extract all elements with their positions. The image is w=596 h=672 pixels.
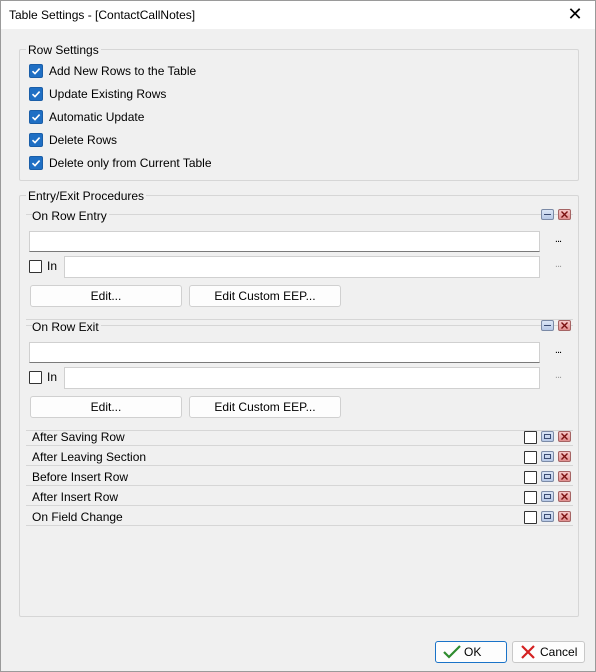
after-leaving-section-checkbox[interactable] xyxy=(524,451,537,464)
on-row-entry-in-checkbox[interactable] xyxy=(29,260,42,273)
after-saving-row-panel: After Saving Row xyxy=(26,429,573,446)
cancel-label: Cancel xyxy=(540,645,578,659)
on-row-entry-browse-button[interactable]: ... xyxy=(551,234,565,245)
on-row-exit-title: On Row Exit xyxy=(32,320,101,334)
table-settings-dialog: Table Settings - [ContactCallNotes] ✕ Ro… xyxy=(0,0,596,672)
delete-rows-label: Delete Rows xyxy=(49,133,118,147)
automatic-update-option[interactable]: Automatic Update xyxy=(29,109,144,125)
close-panel-icon[interactable] xyxy=(558,209,571,220)
on-row-exit-in-browse-button[interactable]: ... xyxy=(551,370,565,381)
after-insert-row-label: After Insert Row xyxy=(32,490,119,504)
checkmark-icon xyxy=(443,645,461,659)
add-new-rows-option[interactable]: Add New Rows to the Table xyxy=(29,63,196,79)
delete-rows-checkbox[interactable] xyxy=(29,133,43,147)
after-insert-row-checkbox[interactable] xyxy=(524,491,537,504)
on-row-exit-browse-button[interactable]: ... xyxy=(551,345,565,356)
on-row-entry-in-browse-button[interactable]: ... xyxy=(551,259,565,270)
update-existing-rows-label: Update Existing Rows xyxy=(49,87,167,101)
delete-only-current-option[interactable]: Delete only from Current Table xyxy=(29,155,212,171)
ok-button[interactable]: OK xyxy=(435,641,507,663)
on-row-exit-in-checkbox[interactable] xyxy=(29,371,42,384)
after-saving-row-checkbox[interactable] xyxy=(524,431,537,444)
on-row-exit-edit-button[interactable]: Edit... xyxy=(30,396,182,418)
before-insert-row-checkbox[interactable] xyxy=(524,471,537,484)
close-panel-icon[interactable] xyxy=(558,511,571,522)
on-row-entry-procedure-input[interactable] xyxy=(29,231,540,252)
minimize-icon[interactable] xyxy=(541,320,554,331)
add-new-rows-checkbox[interactable] xyxy=(29,64,43,78)
update-existing-rows-checkbox[interactable] xyxy=(29,87,43,101)
after-leaving-section-label: After Leaving Section xyxy=(32,450,147,464)
add-new-rows-label: Add New Rows to the Table xyxy=(49,64,197,78)
on-field-change-panel: On Field Change xyxy=(26,509,573,526)
on-row-entry-in-input[interactable] xyxy=(64,256,540,278)
delete-rows-option[interactable]: Delete Rows xyxy=(29,132,117,148)
restore-icon[interactable] xyxy=(541,511,554,522)
after-insert-row-panel: After Insert Row xyxy=(26,489,573,506)
delete-only-current-checkbox[interactable] xyxy=(29,156,43,170)
on-row-exit-procedure-input[interactable] xyxy=(29,342,540,363)
automatic-update-label: Automatic Update xyxy=(49,110,145,124)
close-panel-icon[interactable] xyxy=(558,320,571,331)
close-panel-icon[interactable] xyxy=(558,491,571,502)
title-bar: Table Settings - [ContactCallNotes] ✕ xyxy=(1,1,595,29)
row-settings-legend: Row Settings xyxy=(26,43,101,57)
delete-only-current-label: Delete only from Current Table xyxy=(49,156,212,170)
on-row-entry-in-label: In xyxy=(47,259,58,273)
before-insert-row-panel: Before Insert Row xyxy=(26,469,573,486)
on-row-exit-in-label: In xyxy=(47,370,58,384)
before-insert-row-label: Before Insert Row xyxy=(32,470,129,484)
restore-icon[interactable] xyxy=(541,491,554,502)
on-row-entry-title: On Row Entry xyxy=(32,209,109,223)
entry-exit-legend: Entry/Exit Procedures xyxy=(26,189,147,203)
minimize-icon[interactable] xyxy=(541,209,554,220)
after-saving-row-label: After Saving Row xyxy=(32,430,125,444)
restore-icon[interactable] xyxy=(541,471,554,482)
on-row-entry-edit-button[interactable]: Edit... xyxy=(30,285,182,307)
close-icon[interactable]: ✕ xyxy=(563,3,587,25)
on-field-change-checkbox[interactable] xyxy=(524,511,537,524)
on-row-entry-edit-custom-button[interactable]: Edit Custom EEP... xyxy=(189,285,341,307)
restore-icon[interactable] xyxy=(541,451,554,462)
close-panel-icon[interactable] xyxy=(558,431,571,442)
ok-label: OK xyxy=(464,645,482,659)
on-field-change-label: On Field Change xyxy=(32,510,123,524)
automatic-update-checkbox[interactable] xyxy=(29,110,43,124)
on-row-exit-in-input[interactable] xyxy=(64,367,540,389)
close-panel-icon[interactable] xyxy=(558,451,571,462)
update-existing-rows-option[interactable]: Update Existing Rows xyxy=(29,86,166,102)
close-panel-icon[interactable] xyxy=(558,471,571,482)
restore-icon[interactable] xyxy=(541,431,554,442)
cancel-button[interactable]: Cancel xyxy=(512,641,585,663)
after-leaving-section-panel: After Leaving Section xyxy=(26,449,573,466)
window-title: Table Settings - [ContactCallNotes] xyxy=(9,8,196,22)
on-row-exit-edit-custom-button[interactable]: Edit Custom EEP... xyxy=(189,396,341,418)
red-x-icon xyxy=(521,645,535,659)
